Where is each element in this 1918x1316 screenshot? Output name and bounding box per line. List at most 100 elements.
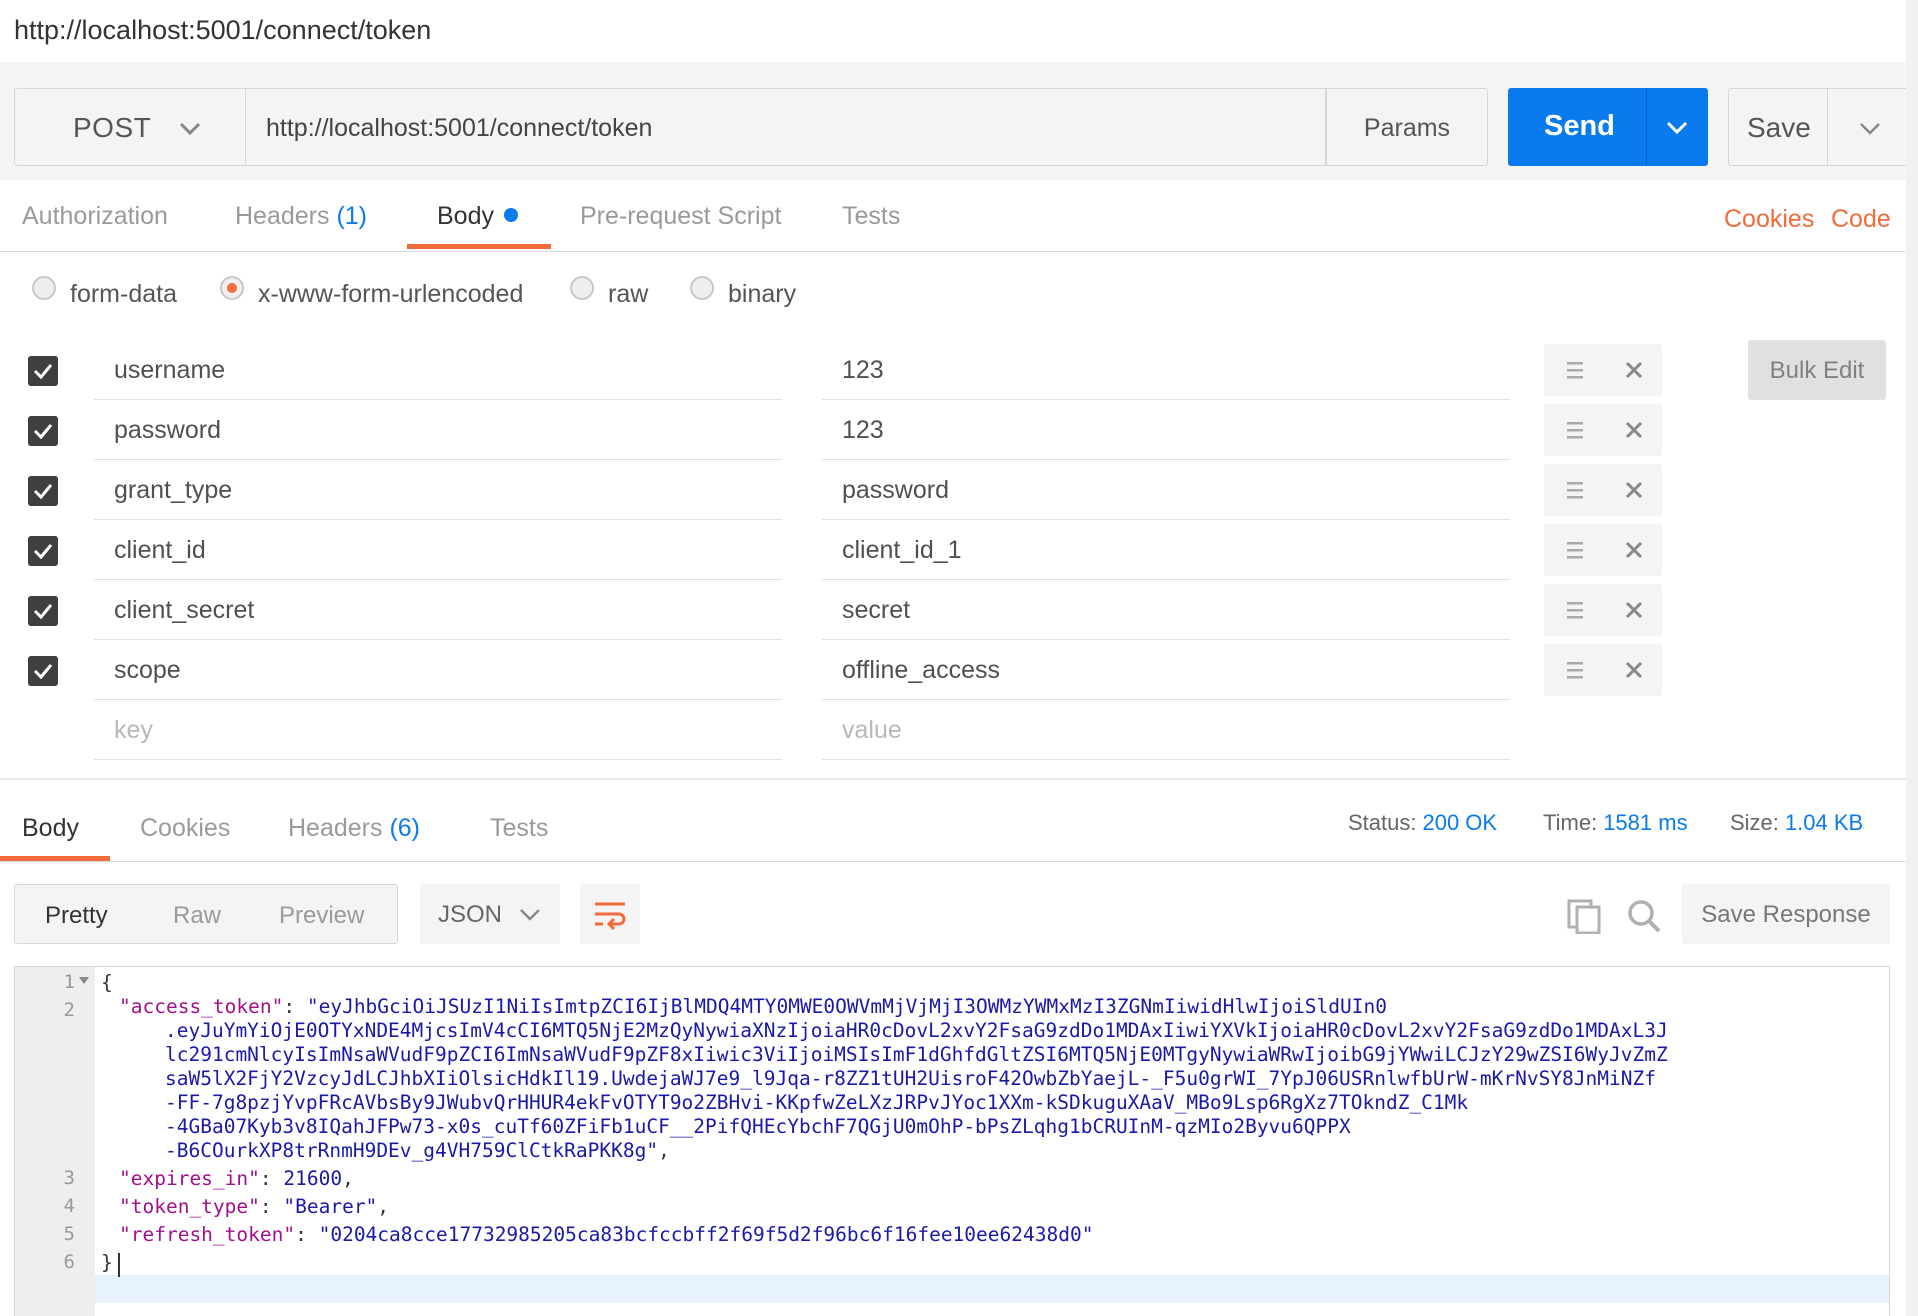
resp-tab-headers-label: Headers — [288, 814, 383, 842]
json-string: "Bearer" — [283, 1195, 378, 1218]
line-number: 3 — [63, 1167, 75, 1189]
close-icon[interactable] — [1622, 358, 1646, 382]
drag-handle-icon[interactable] — [1564, 538, 1586, 562]
drag-handle-icon[interactable] — [1564, 658, 1586, 682]
send-button[interactable]: Send — [1508, 88, 1708, 166]
checkbox-checked-icon[interactable] — [28, 596, 58, 626]
param-key-input[interactable]: grant_type — [94, 460, 782, 520]
param-key: grant_type — [114, 476, 233, 504]
tab-headers-count: (1) — [336, 202, 368, 230]
wrap-lines-button[interactable] — [580, 884, 640, 944]
search-icon[interactable] — [1626, 898, 1662, 934]
param-value-input[interactable]: 123 — [822, 400, 1510, 460]
tab-prerequest-script[interactable]: Pre-request Script — [580, 202, 781, 231]
window-scrollbar[interactable] — [1906, 0, 1918, 1316]
param-value-input[interactable]: secret — [822, 580, 1510, 640]
bulk-edit-button[interactable]: Bulk Edit — [1748, 340, 1886, 400]
tab-headers[interactable]: Headers (1) — [235, 202, 367, 231]
chevron-down-icon — [520, 909, 540, 921]
format-label: JSON — [438, 901, 503, 928]
method-label: POST — [73, 112, 152, 143]
param-key-input[interactable]: password — [94, 400, 782, 460]
time-indicator: Time: 1581 ms — [1543, 810, 1688, 836]
save-button[interactable]: Save — [1728, 88, 1912, 166]
json-number: 21600 — [283, 1167, 343, 1190]
code-line: { — [101, 971, 113, 994]
checkbox-checked-icon[interactable] — [28, 656, 58, 686]
drag-handle-icon[interactable] — [1564, 598, 1586, 622]
param-row-actions — [1544, 464, 1662, 516]
params-button[interactable]: Params — [1326, 88, 1488, 166]
current-line-highlight — [95, 1275, 1889, 1303]
resp-tab-headers[interactable]: Headers (6) — [288, 814, 420, 843]
radio-circle — [690, 276, 714, 300]
close-icon[interactable] — [1622, 418, 1646, 442]
param-value-input[interactable]: 123 — [822, 340, 1510, 400]
radio-label: form-data — [70, 280, 177, 308]
resp-tab-headers-count: (6) — [389, 814, 421, 842]
param-row-actions — [1544, 644, 1662, 696]
fold-arrow-icon[interactable] — [79, 977, 89, 984]
size-indicator: Size: 1.04 KB — [1730, 810, 1863, 836]
format-select[interactable]: JSON — [420, 884, 560, 944]
param-key-input[interactable]: client_id — [94, 520, 782, 580]
code-line-wrap: .eyJuYmYiOjE0OTYxNDE4MjcsImV4cCI6MTQ5NjE… — [165, 1019, 1668, 1042]
time-label: Time: — [1543, 810, 1598, 835]
drag-handle-icon[interactable] — [1564, 358, 1586, 382]
cookies-link[interactable]: Cookies — [1724, 205, 1814, 234]
copy-icon[interactable] — [1566, 898, 1602, 934]
resp-tab-tests[interactable]: Tests — [490, 814, 548, 843]
status-value: 200 OK — [1422, 810, 1498, 835]
resp-tab-cookies[interactable]: Cookies — [140, 814, 230, 843]
checkbox-checked-icon[interactable] — [28, 536, 58, 566]
chevron-down-icon[interactable] — [1662, 112, 1692, 142]
tab-authorization[interactable]: Authorization — [22, 202, 168, 231]
param-key-input[interactable]: username — [94, 340, 782, 400]
param-value-input[interactable]: client_id_1 — [822, 520, 1510, 580]
view-pretty-button[interactable]: Pretty — [45, 902, 108, 930]
close-icon[interactable] — [1622, 478, 1646, 502]
url-input[interactable]: http://localhost:5001/connect/token — [246, 88, 1326, 166]
code-line-wrap: -B6COurkXP8trRnmH9DEv_g4VH759ClCtkRaPKK8… — [165, 1139, 670, 1162]
close-icon[interactable] — [1622, 658, 1646, 682]
code-link[interactable]: Code — [1831, 205, 1891, 234]
url-value: http://localhost:5001/connect/token — [266, 114, 653, 142]
param-key: scope — [114, 656, 181, 684]
code-line-wrap: saW5lX2FjY2VzcyJdLCJhbXIiOlsicHdkIl19.Uw… — [165, 1067, 1656, 1090]
param-row: username 123 — [0, 340, 1918, 400]
line-number: 2 — [63, 999, 75, 1021]
param-value-input[interactable]: offline_access — [822, 640, 1510, 700]
tab-tests[interactable]: Tests — [842, 202, 900, 231]
view-raw-button[interactable]: Raw — [173, 902, 221, 930]
save-response-button[interactable]: Save Response — [1682, 884, 1890, 944]
close-icon[interactable] — [1622, 598, 1646, 622]
view-preview-button[interactable]: Preview — [279, 902, 364, 930]
resp-tab-body[interactable]: Body — [22, 814, 79, 843]
new-param-value-input[interactable]: value — [822, 700, 1510, 760]
chevron-down-icon — [179, 122, 201, 136]
checkbox-checked-icon[interactable] — [28, 416, 58, 446]
param-key-input[interactable]: client_secret — [94, 580, 782, 640]
radio-label: binary — [728, 280, 797, 308]
bulk-edit-label: Bulk Edit — [1769, 357, 1865, 384]
new-param-key-input[interactable]: key — [94, 700, 782, 760]
chevron-down-icon[interactable] — [1855, 113, 1885, 143]
drag-handle-icon[interactable] — [1564, 418, 1586, 442]
status-indicator: Status: 200 OK — [1348, 810, 1497, 836]
checkbox-checked-icon[interactable] — [28, 476, 58, 506]
checkbox-checked-icon[interactable] — [28, 356, 58, 386]
code-line-wrap: lc291cmNlcyIsImNsaWVudF9pZCI6ImNsaWVudF9… — [165, 1043, 1668, 1066]
tab-body[interactable]: Body — [437, 202, 518, 231]
json-key: "token_type" — [119, 1195, 260, 1218]
param-value-input[interactable]: password — [822, 460, 1510, 520]
response-body-viewer[interactable]: 1 2 3 4 5 6 { "access_token": "eyJhbGciO… — [14, 966, 1890, 1316]
param-key-input[interactable]: scope — [94, 640, 782, 700]
close-icon[interactable] — [1622, 538, 1646, 562]
method-select[interactable]: POST — [14, 88, 246, 166]
json-key: "expires_in" — [119, 1167, 260, 1190]
drag-handle-icon[interactable] — [1564, 478, 1586, 502]
wrap-lines-icon — [595, 902, 626, 931]
tab-headers-label: Headers — [235, 202, 330, 230]
radio-label: raw — [608, 280, 649, 308]
param-value: client_id_1 — [842, 536, 962, 564]
